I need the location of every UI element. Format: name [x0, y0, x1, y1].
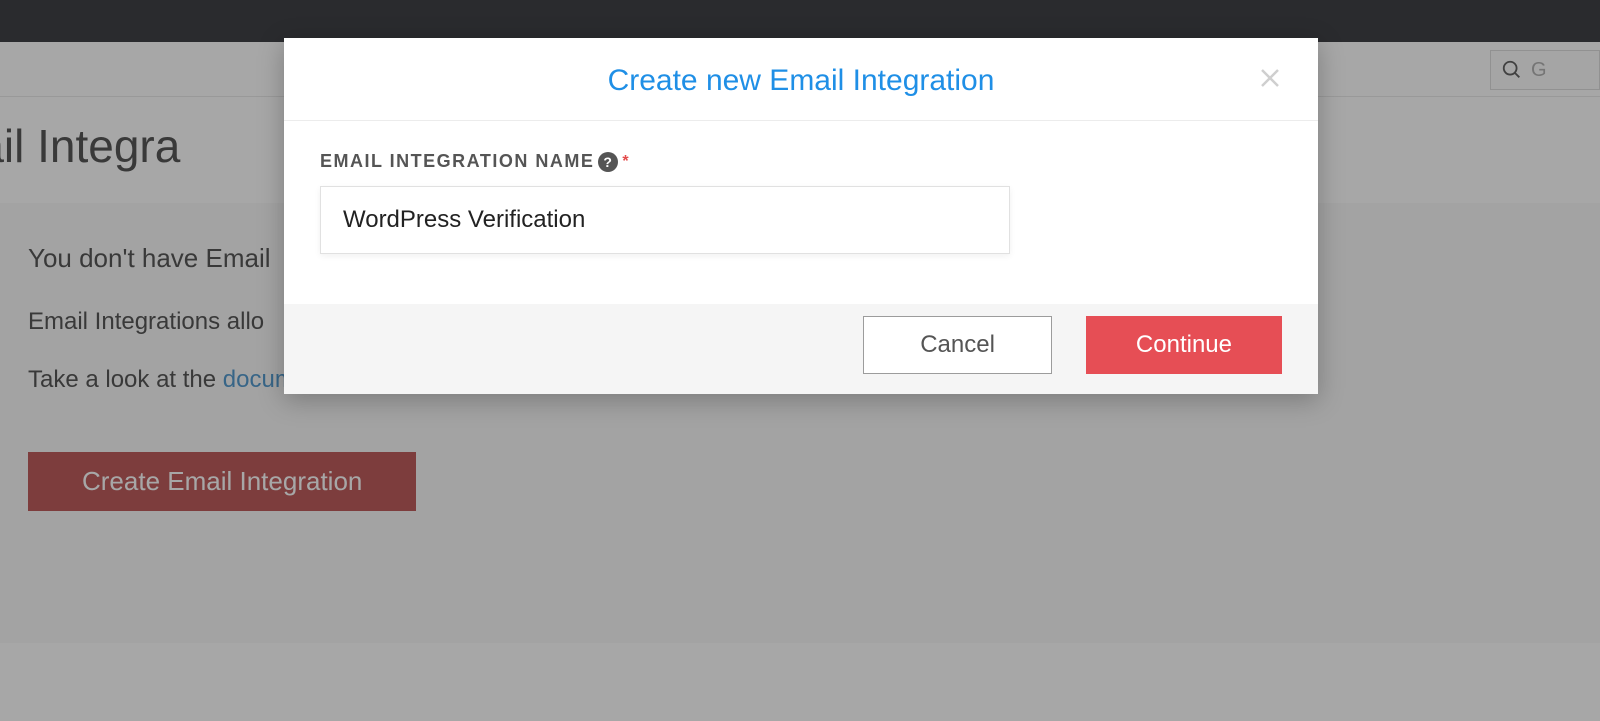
cancel-button[interactable]: Cancel	[863, 316, 1052, 374]
modal-body: EMAIL INTEGRATION NAME ? *	[284, 121, 1318, 304]
modal-title: Create new Email Integration	[324, 64, 1278, 98]
continue-button[interactable]: Continue	[1086, 316, 1282, 374]
integration-name-input[interactable]	[320, 186, 1010, 254]
field-label-text: EMAIL INTEGRATION NAME	[320, 151, 594, 172]
help-icon[interactable]: ?	[598, 152, 618, 172]
modal-header: Create new Email Integration	[284, 38, 1318, 121]
modal-footer: Cancel Continue	[284, 304, 1318, 394]
close-icon[interactable]	[1258, 66, 1282, 95]
create-integration-modal: Create new Email Integration EMAIL INTEG…	[284, 38, 1318, 394]
required-indicator: *	[622, 153, 630, 171]
field-label: EMAIL INTEGRATION NAME ? *	[320, 151, 1282, 172]
